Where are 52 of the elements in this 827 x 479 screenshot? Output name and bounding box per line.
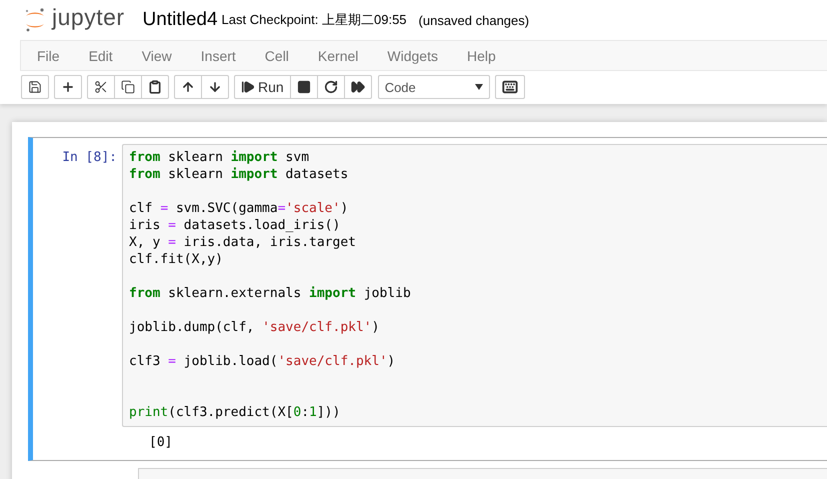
code-line: clf.fit(X,y): [129, 251, 223, 268]
code-line: from sklearn.externals import joblib: [129, 285, 411, 302]
keyboard-shortcuts-button[interactable]: [494, 75, 525, 99]
menu-item[interactable]: Cell: [264, 48, 304, 64]
code-editor[interactable]: [122, 144, 827, 427]
logo-text: jupyter: [52, 4, 125, 30]
code-line: from sklearn import datasets: [129, 166, 348, 183]
paste-button[interactable]: [141, 75, 169, 99]
restart-icon: [324, 80, 338, 94]
step-forward-icon: [241, 80, 255, 94]
run-button[interactable]: Run: [234, 75, 291, 99]
run-all-button[interactable]: [344, 75, 372, 99]
menu-item[interactable]: View: [142, 48, 187, 64]
cell-type-select[interactable]: Code: [378, 75, 490, 99]
copy-button[interactable]: [114, 75, 142, 99]
insert-cell-button[interactable]: [54, 75, 82, 99]
move-down-button[interactable]: [201, 75, 229, 99]
menu-item[interactable]: Widgets: [387, 48, 453, 64]
input-prompt: In [8]:: [61, 149, 118, 165]
move-up-button[interactable]: [174, 75, 202, 99]
checkpoint-text: Last Checkpoint: 上星期二09:55: [222, 11, 407, 29]
next-cell[interactable]: [138, 468, 827, 479]
logo-icon: [24, 7, 46, 33]
save-icon: [28, 80, 42, 94]
code-line: print(clf3.predict(X[0:1])): [129, 404, 340, 421]
clipboard-icon: [148, 80, 162, 94]
menu-item[interactable]: Edit: [88, 48, 128, 64]
plus-icon: [61, 80, 75, 94]
scissors-icon: [94, 80, 108, 94]
notebook-name[interactable]: Untitled4: [142, 9, 218, 31]
square-icon: [296, 80, 311, 94]
code-line: clf = svm.SVC(gamma='scale'): [129, 200, 348, 217]
menu-item[interactable]: Kernel: [318, 48, 374, 64]
stop-button[interactable]: [290, 75, 318, 99]
code-cell[interactable]: [28, 137, 827, 461]
code-line: joblib.dump(clf, 'save/clf.pkl'): [129, 319, 380, 336]
code-line: X, y = iris.data, iris.target: [129, 234, 356, 251]
copy-icon: [121, 80, 135, 94]
caret-icon: [474, 84, 483, 90]
fast-forward-icon: [350, 80, 365, 94]
menu-item[interactable]: Help: [466, 48, 511, 64]
cut-button[interactable]: [87, 75, 115, 99]
menu-item[interactable]: File: [37, 48, 75, 64]
restart-button[interactable]: [316, 75, 345, 99]
keyboard-icon: [502, 79, 518, 95]
code-line: from sklearn import svm: [129, 149, 310, 166]
code-line: iris = datasets.load_iris(): [129, 217, 340, 234]
save-status: (unsaved changes): [418, 12, 530, 28]
save-button[interactable]: [21, 75, 49, 99]
menu-item[interactable]: Insert: [200, 48, 251, 64]
cell-output: [0]: [149, 435, 174, 450]
code-line: clf3 = joblib.load('save/clf.pkl'): [129, 353, 396, 370]
